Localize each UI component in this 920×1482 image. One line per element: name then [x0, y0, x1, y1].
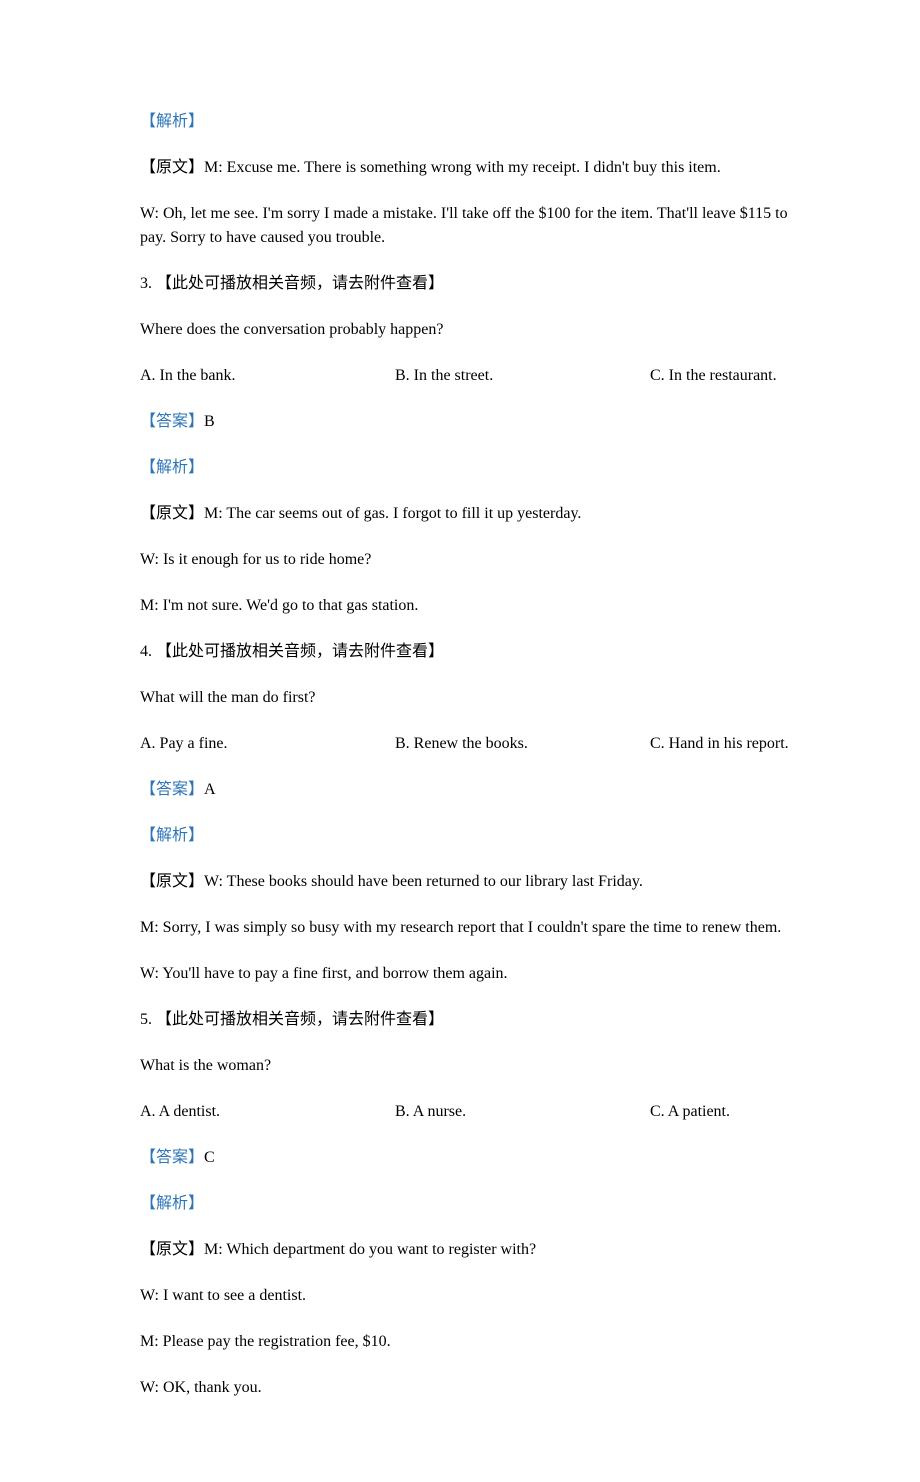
answer-line: 【答案】B	[140, 410, 800, 434]
option-b: B. A nurse.	[395, 1100, 650, 1124]
analysis-label: 【解析】	[140, 1192, 800, 1216]
option-a: A. A dentist.	[140, 1100, 395, 1124]
original-text: M: I'm not sure. We'd go to that gas sta…	[140, 594, 800, 618]
answer-value: B	[204, 413, 215, 430]
original-text: M: Sorry, I was simply so busy with my r…	[140, 916, 800, 940]
answer-line: 【答案】A	[140, 778, 800, 802]
original-text: W: OK, thank you.	[140, 1376, 800, 1400]
original-text: 【原文】W: These books should have been retu…	[140, 870, 800, 894]
original-text: W: Oh, let me see. I'm sorry I made a mi…	[140, 202, 800, 250]
option-a: A. Pay a fine.	[140, 732, 395, 756]
question-header: 5. 【此处可播放相关音频，请去附件查看】	[140, 1008, 800, 1032]
analysis-label: 【解析】	[140, 456, 800, 480]
answer-label: 【答案】	[140, 1149, 204, 1166]
answer-line: 【答案】C	[140, 1146, 800, 1170]
original-text: 【原文】M: Excuse me. There is something wro…	[140, 156, 800, 180]
original-text: W: I want to see a dentist.	[140, 1284, 800, 1308]
question-header: 3. 【此处可播放相关音频，请去附件查看】	[140, 272, 800, 296]
analysis-label: 【解析】	[140, 824, 800, 848]
original-text: 【原文】M: Which department do you want to r…	[140, 1238, 800, 1262]
question-text: What will the man do first?	[140, 686, 800, 710]
option-c: C. A patient.	[650, 1100, 730, 1124]
original-text: W: You'll have to pay a fine first, and …	[140, 962, 800, 986]
options-row: A. A dentist. B. A nurse. C. A patient.	[140, 1100, 800, 1124]
option-b: B. In the street.	[395, 364, 650, 388]
document-page: 【解析】 【原文】M: Excuse me. There is somethin…	[0, 0, 920, 1482]
option-c: C. Hand in his report.	[650, 732, 789, 756]
analysis-label: 【解析】	[140, 110, 800, 134]
answer-label: 【答案】	[140, 413, 204, 430]
original-text: M: Please pay the registration fee, $10.	[140, 1330, 800, 1354]
original-text: W: Is it enough for us to ride home?	[140, 548, 800, 572]
answer-value: C	[204, 1149, 215, 1166]
options-row: A. In the bank. B. In the street. C. In …	[140, 364, 800, 388]
option-b: B. Renew the books.	[395, 732, 650, 756]
option-a: A. In the bank.	[140, 364, 395, 388]
option-c: C. In the restaurant.	[650, 364, 777, 388]
question-header: 4. 【此处可播放相关音频，请去附件查看】	[140, 640, 800, 664]
options-row: A. Pay a fine. B. Renew the books. C. Ha…	[140, 732, 800, 756]
question-text: Where does the conversation probably hap…	[140, 318, 800, 342]
answer-label: 【答案】	[140, 781, 204, 798]
answer-value: A	[204, 781, 216, 798]
original-text: 【原文】M: The car seems out of gas. I forgo…	[140, 502, 800, 526]
question-text: What is the woman?	[140, 1054, 800, 1078]
